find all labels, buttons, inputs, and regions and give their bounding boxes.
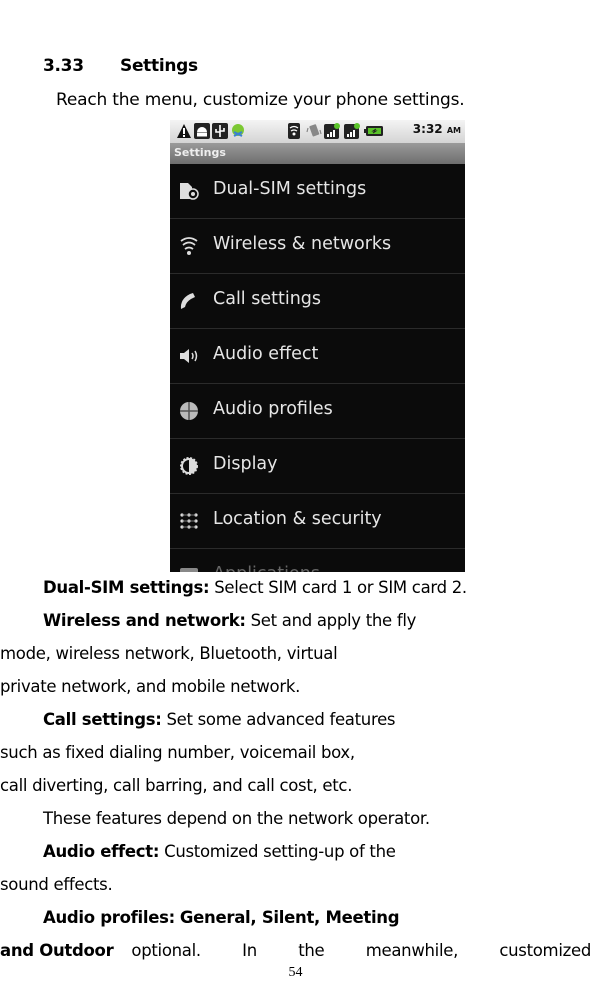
phone-icon <box>180 293 195 309</box>
wifi-icon <box>288 123 300 139</box>
settings-item-label: Dual-SIM settings <box>213 179 367 199</box>
brightness-icon <box>180 457 198 475</box>
settings-item-display[interactable]: Display <box>170 439 465 494</box>
speaker-icon <box>180 349 198 363</box>
term: Audio profiles: <box>43 908 175 927</box>
section-heading: 3.33 Settings <box>43 56 198 76</box>
desc-audio-effect: Audio effect: Customized setting-up of t… <box>43 842 396 861</box>
settings-item-audio-effect[interactable]: Audio effect <box>170 329 465 384</box>
settings-item-label: Applications <box>213 564 320 572</box>
section-title: Settings <box>120 56 198 76</box>
desc-call: Call settings: Set some advanced feature… <box>43 710 396 729</box>
desc: Set some advanced features <box>166 710 396 729</box>
time-ampm: AM <box>446 126 461 135</box>
battery-icon <box>364 126 383 136</box>
settings-item-wireless[interactable]: Wireless & networks <box>170 219 465 274</box>
settings-item-location[interactable]: Location & security <box>170 494 465 549</box>
term: and Outdoor <box>0 941 114 960</box>
signal-sim1-icon <box>324 123 340 139</box>
settings-item-label: Audio profiles <box>213 399 333 419</box>
settings-item-label: Display <box>213 454 278 474</box>
desc-audio-profiles-cont: and Outdoor optional. In the meanwhile, c… <box>0 941 591 960</box>
usb-icon <box>212 123 228 139</box>
settings-item-applications[interactable]: Applications <box>170 549 465 572</box>
desc-audio-profiles: Audio profiles: General, Silent, Meeting <box>43 908 400 927</box>
screen-title: Settings <box>174 146 226 159</box>
warning-icon <box>177 124 191 138</box>
vibrate-icon <box>306 124 322 137</box>
settings-item-dual-sim[interactable]: Dual-SIM settings <box>170 164 465 219</box>
settings-item-label: Call settings <box>213 289 322 309</box>
desc-audio-effect-cont: sound effects. <box>0 875 113 894</box>
sim-settings-icon <box>180 183 199 200</box>
term: Wireless and network: <box>43 611 246 630</box>
term: Dual-SIM settings: <box>43 578 210 597</box>
desc-call-cont: such as fixed dialing number, voicemail … <box>0 743 355 762</box>
signal-sim2-icon <box>344 123 360 139</box>
desc: optional. In the meanwhile, customized <box>131 941 591 960</box>
desc: General, Silent, Meeting <box>179 908 400 927</box>
desc-dual-sim: Dual-SIM settings: Select SIM card 1 or … <box>43 578 467 597</box>
section-number: 3.33 <box>43 56 84 76</box>
settings-item-label: Wireless & networks <box>213 234 392 254</box>
term: Call settings: <box>43 710 162 729</box>
desc-call-cont: call diverting, call barring, and call c… <box>0 776 353 795</box>
network-note: These features depend on the network ope… <box>43 809 430 828</box>
status-bar: 3:32 AM <box>170 120 465 143</box>
desc-wireless-cont: mode, wireless network, Bluetooth, virtu… <box>0 644 338 663</box>
title-bar: Settings <box>170 143 465 164</box>
desc: Customized setting-up of the <box>164 842 396 861</box>
phone-screenshot: 3:32 AM Settings Dual-SIM settings Wirel… <box>170 120 465 572</box>
applications-icon <box>180 568 198 572</box>
status-time: 3:32 AM <box>413 122 461 136</box>
wireless-icon <box>180 237 198 255</box>
desc: Select SIM card 1 or SIM card 2. <box>214 578 467 597</box>
settings-item-call[interactable]: Call settings <box>170 274 465 329</box>
android-debug-icon <box>232 124 244 137</box>
profiles-icon <box>180 402 198 420</box>
desc-wireless-cont: private network, and mobile network. <box>0 677 301 696</box>
time-value: 3:32 <box>412 122 443 136</box>
android-icon <box>194 123 210 139</box>
settings-item-audio-profiles[interactable]: Audio profiles <box>170 384 465 439</box>
settings-item-label: Location & security <box>213 509 382 529</box>
term: Audio effect: <box>43 842 160 861</box>
desc-wireless: Wireless and network: Set and apply the … <box>43 611 416 630</box>
intro-text: Reach the menu, customize your phone set… <box>56 90 465 110</box>
location-grid-icon <box>180 513 198 529</box>
page-number: 54 <box>288 965 303 980</box>
desc: Set and apply the fly <box>250 611 417 630</box>
settings-item-label: Audio effect <box>213 344 319 364</box>
